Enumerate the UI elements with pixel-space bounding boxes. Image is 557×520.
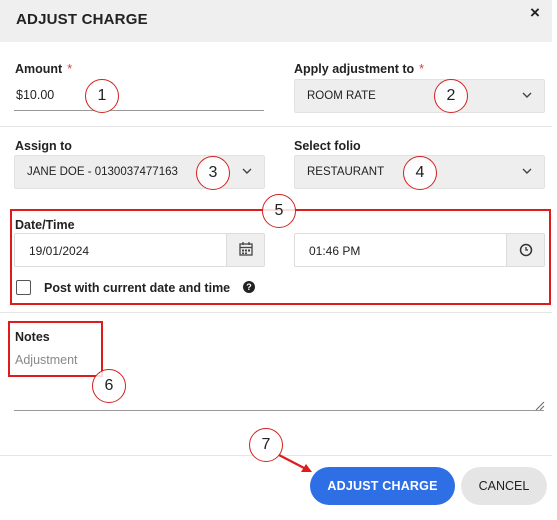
callout-5: 5 [262, 194, 296, 228]
resize-handle-icon[interactable] [535, 401, 545, 413]
apply-adjustment-label-text: Apply adjustment to [294, 62, 415, 76]
callout-2: 2 [434, 79, 468, 113]
callout-1: 1 [85, 79, 119, 113]
callout-3: 3 [196, 156, 230, 190]
chevron-down-icon [242, 164, 252, 181]
apply-adjustment-value: ROOM RATE [307, 90, 376, 102]
cancel-button[interactable]: CANCEL [461, 467, 547, 505]
amount-label: Amount * [15, 62, 72, 76]
select-folio-value: RESTAURANT [307, 166, 385, 178]
apply-adjustment-label: Apply adjustment to * [294, 62, 424, 76]
notes-underline [14, 410, 544, 411]
divider [0, 126, 552, 127]
callout-arrow-icon [278, 454, 312, 472]
amount-underline [14, 110, 264, 111]
required-mark: * [419, 62, 425, 76]
notes-highlight-box [8, 321, 103, 377]
callout-4: 4 [403, 156, 437, 190]
callout-6: 6 [92, 369, 126, 403]
divider [0, 312, 552, 313]
select-folio-label: Select folio [294, 139, 361, 153]
chevron-down-icon [522, 88, 532, 105]
chevron-down-icon [522, 164, 532, 181]
apply-adjustment-select[interactable]: ROOM RATE [294, 79, 545, 113]
dialog-title: ADJUST CHARGE [16, 11, 148, 28]
amount-input[interactable]: $10.00 [16, 88, 54, 102]
amount-label-text: Amount [15, 62, 63, 76]
assign-to-label: Assign to [15, 139, 72, 153]
assign-to-value: JANE DOE - 0130037477163 [27, 166, 178, 178]
required-mark: * [67, 62, 73, 76]
close-icon[interactable]: × [530, 3, 540, 23]
adjust-charge-button[interactable]: ADJUST CHARGE [310, 467, 455, 505]
